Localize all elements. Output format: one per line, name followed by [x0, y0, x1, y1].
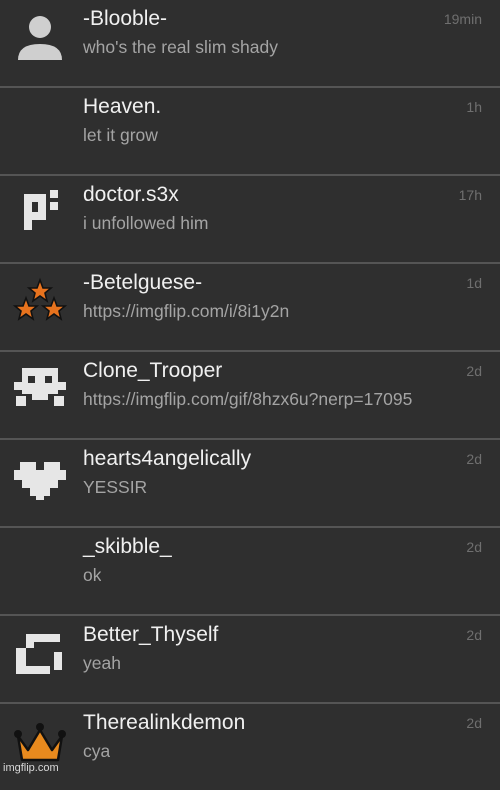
- conversation-time: 2d: [466, 451, 482, 467]
- conversation-row[interactable]: _skibble_ ok 2d: [0, 528, 500, 616]
- conversation-row[interactable]: Better_Thyself yeah 2d: [0, 616, 500, 704]
- conversation-username: Clone_Trooper: [83, 359, 223, 382]
- pixel-p-icon: [12, 184, 68, 240]
- crown-icon: [12, 712, 68, 768]
- conversation-time: 19min: [443, 11, 482, 27]
- conversation-preview: let it grow: [83, 125, 158, 145]
- conversation-row[interactable]: -Blooble- who's the real slim shady 19mi…: [0, 0, 500, 88]
- default-user-icon: [12, 8, 68, 64]
- conversation-time: 2d: [466, 715, 482, 731]
- conversation-preview: ok: [83, 565, 102, 585]
- conversation-preview: i unfollowed him: [83, 213, 209, 233]
- conversation-row[interactable]: doctor.s3x i unfollowed him 17h: [0, 176, 500, 264]
- conversation-username: _skibble_: [83, 535, 172, 558]
- conversation-username: Heaven.: [83, 95, 162, 118]
- pixel-invader-icon: [12, 360, 68, 416]
- three-stars-icon: [12, 272, 68, 328]
- conversation-time: 17h: [458, 187, 482, 203]
- conversation-row[interactable]: -Betelguese- https://imgflip.com/i/8i1y2…: [0, 264, 500, 352]
- conversation-time: 2d: [466, 363, 482, 379]
- conversation-row[interactable]: Clone_Trooper https://imgflip.com/gif/8h…: [0, 352, 500, 440]
- conversation-list: -Blooble- who's the real slim shady 19mi…: [0, 0, 500, 790]
- conversation-username: doctor.s3x: [83, 183, 179, 206]
- conversation-preview: who's the real slim shady: [83, 37, 278, 57]
- empty-avatar: [12, 96, 68, 152]
- conversation-preview: cya: [83, 741, 111, 761]
- pixel-bracket-icon: [12, 624, 68, 680]
- conversation-row[interactable]: hearts4angelically YESSIR 2d: [0, 440, 500, 528]
- conversation-username: Therealinkdemon: [83, 711, 246, 734]
- conversation-username: hearts4angelically: [83, 447, 252, 470]
- conversation-preview: https://imgflip.com/i/8i1y2n: [83, 301, 290, 321]
- pixel-heart-icon: [12, 448, 68, 504]
- conversation-time: 1d: [466, 275, 482, 291]
- conversation-username: -Betelguese-: [83, 271, 203, 294]
- conversation-time: 1h: [466, 99, 482, 115]
- conversation-preview: YESSIR: [83, 477, 148, 497]
- conversation-username: Better_Thyself: [83, 623, 219, 646]
- conversation-time: 2d: [466, 539, 482, 555]
- conversation-row[interactable]: Therealinkdemon cya 2d: [0, 704, 500, 790]
- conversation-preview: https://imgflip.com/gif/8hzx6u?nerp=1709…: [83, 389, 413, 409]
- conversation-preview: yeah: [83, 653, 121, 673]
- conversation-time: 2d: [466, 627, 482, 643]
- conversation-username: -Blooble-: [83, 7, 168, 30]
- imgflip-watermark: imgflip.com: [3, 762, 59, 774]
- empty-avatar: [12, 536, 68, 592]
- conversation-row[interactable]: Heaven. let it grow 1h: [0, 88, 500, 176]
